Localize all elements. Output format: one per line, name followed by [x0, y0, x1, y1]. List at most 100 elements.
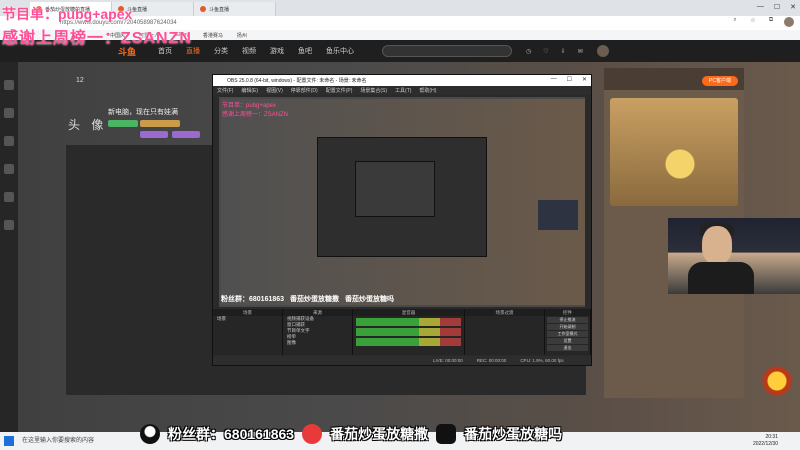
obs-preview-banner: 粉丝群：680161863 番茄炒蛋放糖撒 番茄炒蛋放糖吗	[221, 293, 585, 305]
taskbar-search-input[interactable]: 在这里输入你要搜索的内容	[22, 436, 122, 447]
browser-toolbar-icons: ⌕ ☆ ⧉	[730, 17, 794, 29]
bookmark-item[interactable]: 扬州	[237, 32, 247, 39]
taskbar-clock[interactable]: 20:31 2022/12/30	[753, 434, 778, 448]
bottom-banner: 粉丝群：680161863 番茄炒蛋放糖撒 番茄炒蛋放糖吗	[140, 421, 700, 447]
room-title: 新电脑，现在只有娃满	[108, 109, 178, 116]
room-tag[interactable]	[140, 131, 168, 138]
studio-mode-button[interactable]: 工作室模式	[547, 331, 588, 337]
pc-client-button[interactable]: PC客户端	[702, 76, 738, 86]
sidebar-fishbar-icon[interactable]	[4, 220, 14, 230]
close-button[interactable]: ✕	[582, 76, 587, 83]
audio-meter[interactable]	[356, 318, 461, 326]
maximize-button[interactable]: ☐	[774, 3, 780, 11]
tomato-name-text: 番茄炒蛋放糖撒	[330, 426, 429, 442]
obs-overlay-text: 感谢上周榜一：ZSANZN	[222, 112, 289, 118]
minimize-button[interactable]: —	[551, 76, 557, 83]
obs-menu-item[interactable]: 帮助(H)	[419, 87, 436, 94]
nav-item[interactable]: 鱼乐中心	[326, 46, 354, 56]
obs-banner-text: 番茄炒蛋放糖吗	[345, 296, 395, 303]
obs-preview-nested-window	[355, 161, 435, 217]
clock-time: 20:31	[765, 434, 778, 440]
obs-status-bar: LIVE: 00:00:00 REC: 00:00:00 CPU: 1.9%, …	[213, 356, 591, 365]
room-number: 12	[76, 77, 84, 84]
cpu-status: CPU: 1.9%, 60.00 fps	[520, 358, 564, 363]
close-button[interactable]: ✕	[790, 3, 796, 11]
window-controls: — ☐ ✕	[757, 3, 796, 11]
left-sidebar	[0, 62, 18, 432]
nav-item[interactable]: 游戏	[270, 46, 284, 56]
stop-stream-button[interactable]: 停止推流	[547, 317, 588, 323]
user-avatar[interactable]	[596, 45, 609, 57]
program-list-overlay: 节目单：pubg+apex	[2, 6, 133, 22]
download-icon[interactable]: ⇩	[561, 48, 566, 55]
sidebar-live-icon[interactable]	[4, 108, 14, 118]
obs-menu-item[interactable]: 文件(F)	[217, 87, 233, 94]
extensions-icon[interactable]: ⧉	[766, 17, 776, 29]
maximize-button[interactable]: ☐	[567, 76, 572, 83]
obs-title-bar: OBS 25.0.8 (64-bit, windows) - 配置文件: 未命名…	[213, 75, 591, 86]
room-tag	[140, 120, 180, 127]
obs-menu-item[interactable]: 配置文件(P)	[326, 87, 353, 94]
game-badge-icon	[760, 366, 794, 396]
qq-penguin-icon	[140, 424, 160, 444]
obs-window: OBS 25.0.8 (64-bit, windows) - 配置文件: 未命名…	[212, 74, 592, 366]
source-item[interactable]: 图像	[283, 340, 352, 346]
profile-icon[interactable]	[784, 17, 794, 29]
dock-title: 场景过渡	[465, 309, 544, 316]
tomato-app-icon	[302, 424, 323, 444]
scenes-dock: 场景 场景	[213, 309, 283, 355]
audio-meter[interactable]	[356, 328, 461, 336]
obs-menu-item[interactable]: 工具(T)	[395, 87, 411, 94]
room-tag	[108, 120, 138, 127]
bookmark-item[interactable]: 香港赛马	[203, 32, 223, 39]
obs-menu-item[interactable]: 编辑(E)	[241, 87, 258, 94]
browser-tab[interactable]: 斗鱼直播	[194, 2, 276, 16]
obs-menu-item[interactable]: 场景集合(S)	[360, 87, 387, 94]
history-icon[interactable]: ◷	[526, 48, 531, 55]
scene-item[interactable]: 场景	[213, 316, 282, 322]
desktop: 番茄炒蛋放糖的直播 斗鱼直播 斗鱼直播 — ☐ ✕ https://www.do…	[0, 0, 800, 450]
start-record-button[interactable]: 开始录制	[547, 324, 588, 330]
star-icon[interactable]: ☆	[748, 17, 758, 29]
thanks-overlay: 感谢上周榜一：ZSANZN	[2, 30, 192, 47]
nav-item[interactable]: 分类	[214, 46, 228, 56]
sources-dock: 来源 视频捕获设备 窗口捕获 节目单文字 榜单 图像	[283, 309, 353, 355]
room-tag[interactable]	[172, 131, 200, 138]
minimize-button[interactable]: —	[757, 3, 764, 11]
dock-title: 场景	[213, 309, 282, 316]
follow-icon[interactable]: ♡	[543, 48, 548, 55]
mascot-figure	[660, 140, 700, 200]
sidebar-home-icon[interactable]	[4, 80, 14, 90]
site-search-input[interactable]	[382, 45, 513, 57]
obs-menu-item[interactable]: 视图(V)	[266, 87, 283, 94]
favicon-icon	[200, 6, 206, 12]
obs-banner-text: 番茄炒蛋放糖撒	[290, 296, 340, 303]
settings-button[interactable]: 设置	[547, 338, 588, 344]
dock-title: 来源	[283, 309, 352, 316]
message-icon[interactable]: ✉	[578, 48, 583, 55]
nav-item[interactable]: 鱼吧	[298, 46, 312, 56]
obs-menu-item[interactable]: 停靠部件(D)	[291, 87, 318, 94]
live-status: LIVE: 00:00:00	[433, 358, 463, 363]
clock-date: 2022/12/30	[752, 441, 778, 447]
webcam-person-face	[702, 226, 732, 264]
sidebar-video-icon[interactable]	[4, 164, 14, 174]
audio-meter[interactable]	[356, 338, 461, 346]
search-icon[interactable]: ⌕	[730, 17, 740, 29]
mixer-dock: 混音器	[353, 309, 465, 355]
site-header-icons: ◷ ♡ ⇩ ✉	[526, 48, 583, 55]
windows-start-icon[interactable]	[4, 436, 14, 446]
controls-dock: 控件 停止推流 开始录制 工作室模式 设置 退出	[545, 309, 591, 355]
obs-window-controls: — ☐ ✕	[551, 76, 587, 83]
obs-preview-webcam	[538, 200, 578, 230]
room-headimg-label: 头 像	[68, 118, 108, 132]
nav-item[interactable]: 视频	[242, 46, 256, 56]
sidebar-category-icon[interactable]	[4, 136, 14, 146]
qq-group-text: 粉丝群：680161863	[168, 426, 295, 442]
obs-title: OBS 25.0.8 (64-bit, windows) - 配置文件: 未命名…	[227, 78, 367, 84]
sidebar-game-icon[interactable]	[4, 192, 14, 202]
obs-banner-text: 粉丝群：680161863	[221, 296, 285, 303]
dock-title: 混音器	[353, 309, 464, 316]
obs-menu-bar: 文件(F) 编辑(E) 视图(V) 停靠部件(D) 配置文件(P) 场景集合(S…	[213, 86, 591, 95]
exit-button[interactable]: 退出	[547, 345, 588, 351]
